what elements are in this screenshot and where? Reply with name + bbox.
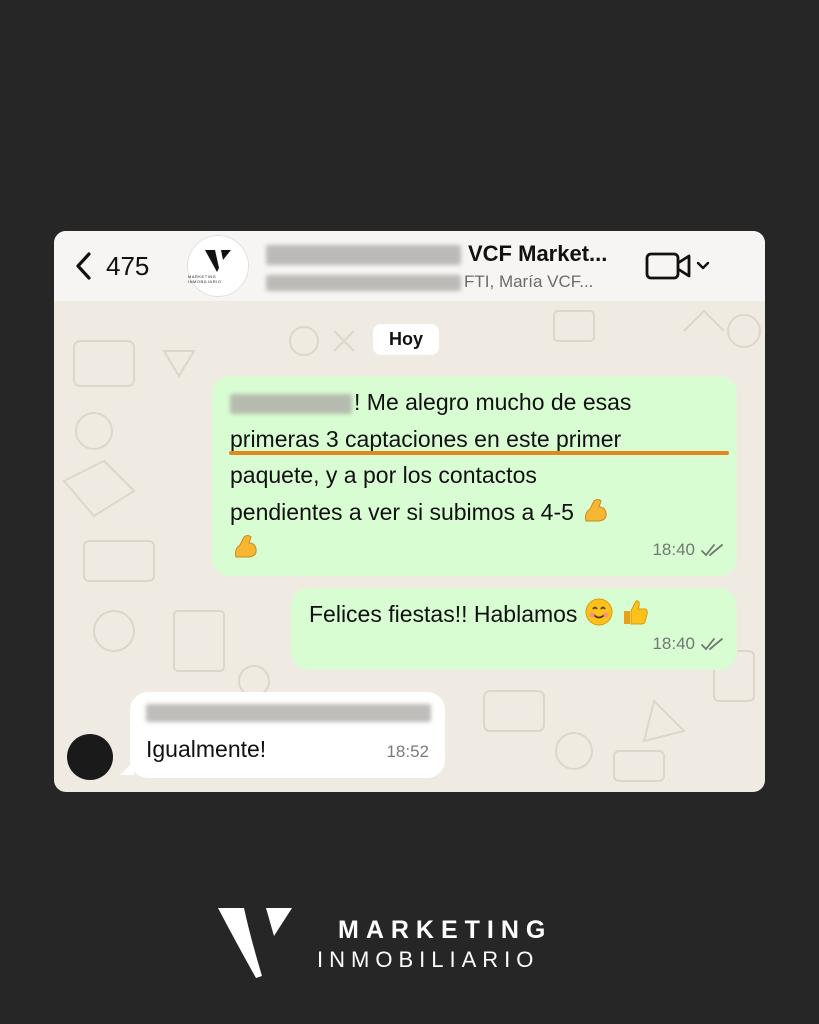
double-check-icon: [701, 637, 723, 651]
chevron-left-icon: [76, 252, 91, 280]
message-bubble-incoming[interactable]: Igualmente! 18:52: [130, 692, 445, 778]
chat-screenshot: 475 MARKETING INMOBILIARIO VCF Market...…: [54, 231, 765, 792]
redacted-name: [266, 245, 461, 265]
message-bubble-outgoing[interactable]: ! Me alegro mucho de esas primeras 3 cap…: [212, 376, 737, 576]
date-separator: Hoy: [373, 324, 440, 355]
message-line: paquete, y a por los contactos: [230, 462, 537, 488]
flexed-biceps-icon: [585, 498, 607, 521]
chat-participants[interactable]: FTI, María VCF...: [464, 272, 593, 292]
smiling-face-icon: [585, 598, 613, 626]
back-button[interactable]: 475: [74, 248, 149, 284]
message-bubble-outgoing[interactable]: Felices fiestas!! Hablamos 18:40: [291, 588, 737, 670]
redacted-sender-name: [146, 704, 431, 722]
message-time: 18:52: [386, 741, 429, 761]
chat-header: 475 MARKETING INMOBILIARIO VCF Market...…: [54, 231, 765, 301]
thumbs-up-icon: [624, 600, 648, 625]
brand-v-icon: [218, 908, 292, 978]
message-time: 18:40: [652, 633, 695, 653]
message-line: pendientes a ver si subimos a 4-5: [230, 494, 730, 531]
brand-logo: MARKETING INMOBILIARIO: [216, 906, 586, 981]
highlight-underline: [229, 451, 729, 455]
redacted-participants: [266, 275, 461, 291]
message-meta: 18:52: [386, 734, 429, 771]
chat-title[interactable]: VCF Market...: [468, 241, 607, 267]
message-line: ! Me alegro mucho de esas: [354, 389, 632, 415]
brand-line-1: MARKETING: [338, 916, 553, 944]
brand-logo-icon: [205, 250, 231, 272]
avatar-text: MARKETING INMOBILIARIO: [188, 274, 222, 284]
message-text: Igualmente!: [146, 736, 267, 762]
double-check-icon: [701, 543, 723, 557]
message-time: 18:40: [652, 539, 695, 559]
unread-count: 475: [106, 250, 150, 281]
message-meta: 18:40: [652, 626, 723, 663]
message-text: Felices fiestas!! Hablamos: [309, 596, 650, 633]
chevron-down-icon: [696, 261, 710, 270]
brand-line-2: INMOBILIARIO: [317, 947, 540, 972]
message-meta: 18:40: [652, 532, 723, 569]
sender-avatar[interactable]: [67, 734, 113, 780]
flexed-biceps-icon: [235, 535, 257, 558]
group-avatar[interactable]: MARKETING INMOBILIARIO: [188, 236, 248, 296]
video-call-button[interactable]: [644, 249, 714, 283]
